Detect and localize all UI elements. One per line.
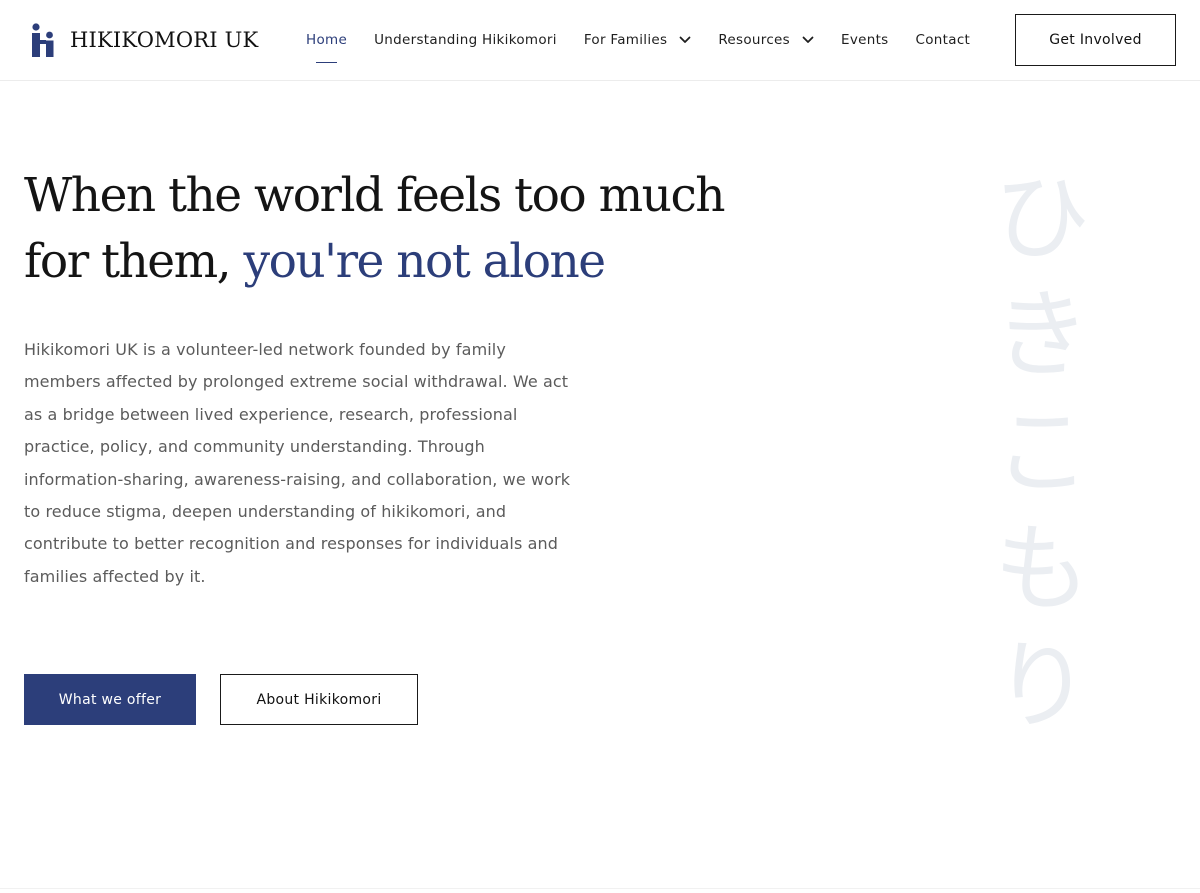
hero-title-line2: for them, (24, 234, 244, 289)
site-name: HIKIKOMORI UK (70, 27, 259, 52)
nav-item-label: Events (841, 32, 889, 48)
site-logo[interactable]: HIKIKOMORI UK (30, 22, 258, 58)
nav-item-label: Home (306, 32, 348, 48)
site-header: HIKIKOMORI UK Home Understanding Hikikom… (0, 0, 1200, 81)
hero-description: Hikikomori UK is a volunteer-led network… (24, 340, 571, 586)
hero-title-accent: you're not alone (243, 234, 607, 289)
main-nav: Home Understanding Hikikomori For Famili… (306, 0, 970, 80)
nav-item-label: Contact (915, 32, 971, 48)
about-hikikomori-button[interactable]: About Hikikomori (220, 674, 418, 725)
kana-char: ひ (994, 162, 1090, 274)
hero-title-line1: When the world feels too much (24, 168, 726, 223)
nav-item-understanding-hikikomori[interactable]: Understanding Hikikomori (374, 32, 557, 48)
kana-char: も (994, 513, 1090, 625)
nav-item-label: For Families (583, 32, 668, 48)
nav-item-label: Understanding Hikikomori (374, 32, 557, 48)
two-people-icon (32, 23, 54, 57)
what-we-offer-button[interactable]: What we offer (24, 674, 196, 725)
kana-char: き (994, 279, 1090, 391)
get-involved-button[interactable]: Get Involved (1015, 14, 1176, 66)
decorative-kana: ひ き こ も り (982, 160, 1102, 745)
hero-title: When the world feels too much for them, … (24, 163, 744, 295)
section-divider (0, 888, 1200, 889)
nav-item-resources[interactable]: Resources (718, 32, 814, 48)
chevron-down-icon (802, 36, 814, 43)
nav-item-label: Resources (718, 32, 790, 48)
nav-item-contact[interactable]: Contact (916, 32, 971, 48)
nav-item-home[interactable]: Home (306, 32, 348, 63)
kana-char: り (994, 630, 1090, 742)
nav-item-events[interactable]: Events (841, 32, 889, 48)
chevron-down-icon (679, 36, 691, 43)
nav-item-for-families[interactable]: For Families (584, 32, 692, 48)
kana-char: こ (994, 396, 1090, 508)
